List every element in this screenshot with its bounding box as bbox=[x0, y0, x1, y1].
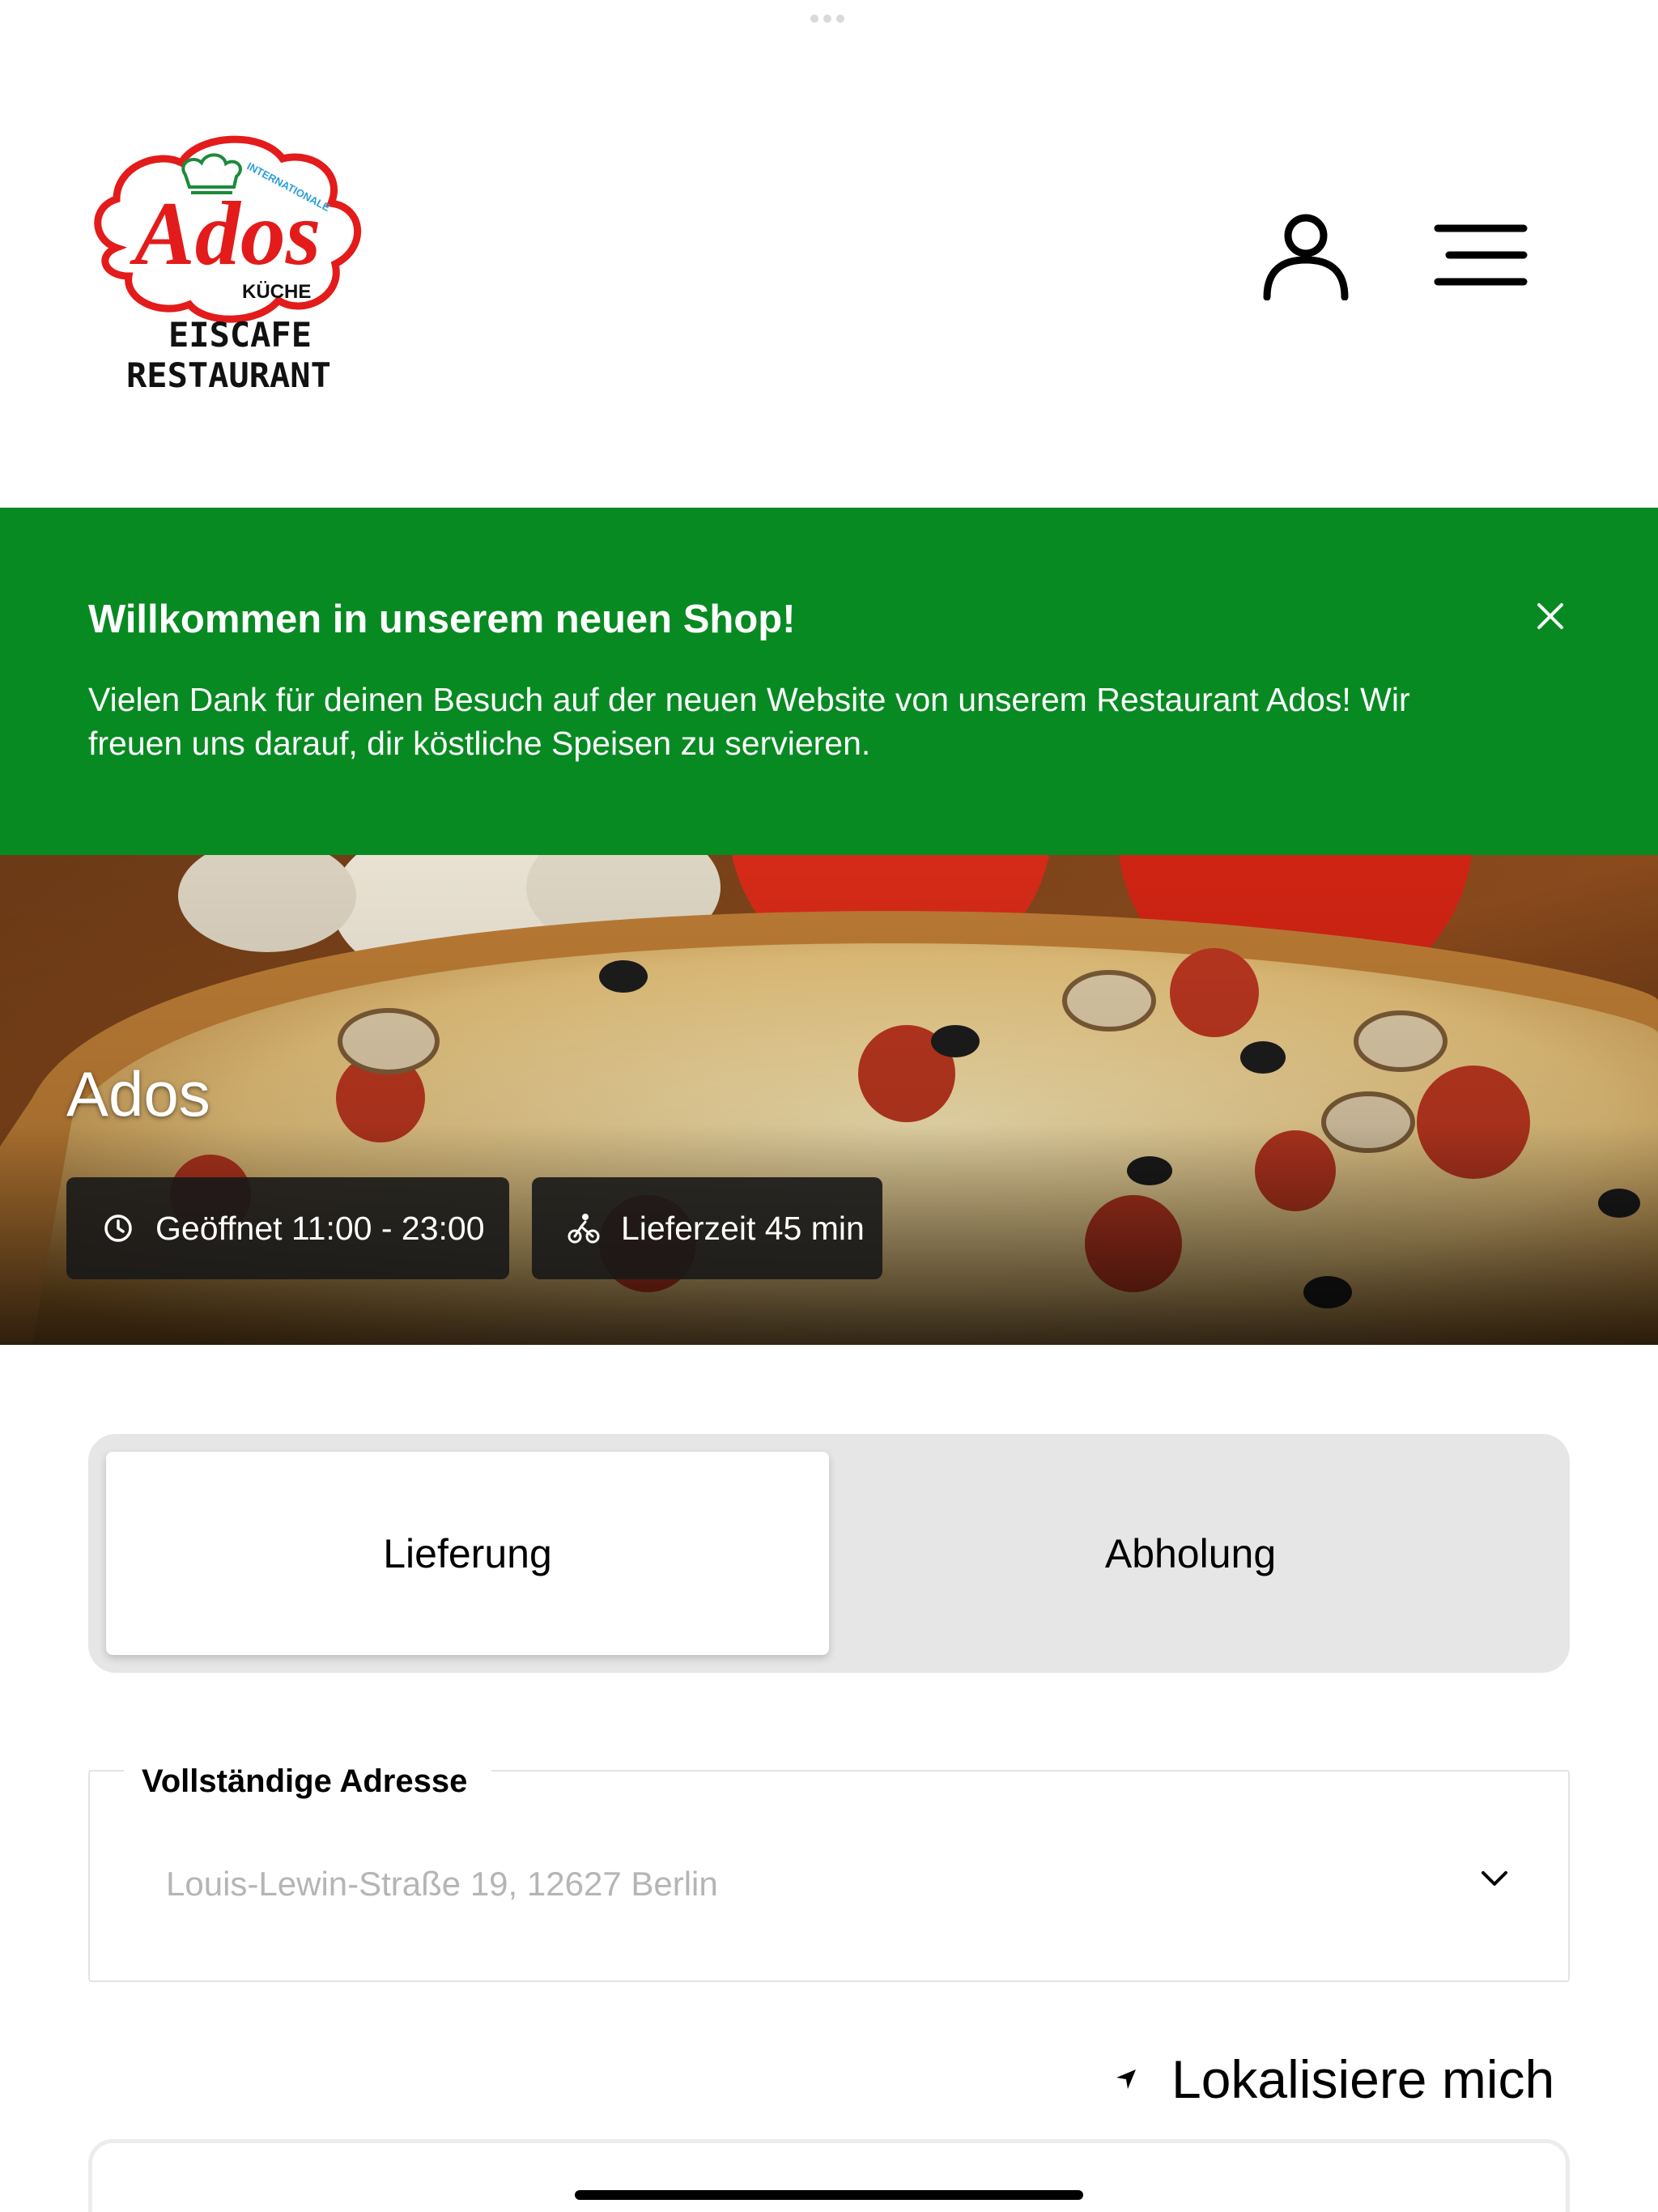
locate-me-label: Lokalisiere mich bbox=[1171, 2049, 1555, 2109]
opening-hours-text: Geöffnet 11:00 - 23:00 bbox=[155, 1209, 485, 1247]
clock-icon bbox=[104, 1214, 132, 1242]
svg-text:RESTAURANT: RESTAURANT bbox=[126, 355, 331, 393]
location-arrow-icon bbox=[1116, 2069, 1136, 2089]
address-field[interactable]: Vollständige Adresse bbox=[88, 1763, 1570, 1982]
svg-text:EISCAFE: EISCAFE bbox=[168, 315, 312, 355]
address-label: Vollständige Adresse bbox=[124, 1763, 492, 1800]
delivery-option[interactable]: Lieferung bbox=[106, 1452, 829, 1655]
close-icon[interactable] bbox=[1533, 598, 1568, 634]
next-card bbox=[88, 2139, 1570, 2212]
banner-title: Willkommen in unserem neuen Shop! bbox=[88, 598, 796, 641]
delivery-time-chip: Lieferzeit 45 min bbox=[532, 1177, 882, 1279]
chevron-down-icon[interactable] bbox=[1477, 1861, 1512, 1896]
svg-text:Ados: Ados bbox=[130, 184, 321, 284]
window-grabber[interactable] bbox=[810, 15, 848, 23]
locate-me-button[interactable]: Lokalisiere mich bbox=[1113, 2048, 1554, 2110]
restaurant-logo[interactable]: INTERNATIONALE Ados KÜCHE EISCAFE RESTAU… bbox=[84, 118, 408, 393]
home-indicator[interactable] bbox=[575, 2190, 1083, 2200]
delivery-time-text: Lieferzeit 45 min bbox=[621, 1209, 865, 1247]
header: INTERNATIONALE Ados KÜCHE EISCAFE RESTAU… bbox=[0, 0, 1658, 508]
banner-text: Vielen Dank für deinen Besuch auf der ne… bbox=[88, 681, 1410, 762]
welcome-banner: Willkommen in unserem neuen Shop! Vielen… bbox=[0, 508, 1658, 855]
svg-text:KÜCHE: KÜCHE bbox=[242, 281, 311, 303]
opening-hours-chip: Geöffnet 11:00 - 23:00 bbox=[66, 1177, 509, 1279]
bicycle-courier-icon bbox=[568, 1214, 600, 1244]
restaurant-name: Ados bbox=[66, 1058, 210, 1129]
order-mode-toggle: Lieferung Abholung bbox=[88, 1434, 1570, 1673]
hero-image: Ados Geöffnet 11:00 - 23:00 Lieferzeit 4… bbox=[0, 855, 1658, 1345]
user-icon[interactable] bbox=[1259, 206, 1353, 300]
hamburger-menu-icon[interactable] bbox=[1433, 219, 1528, 291]
page: INTERNATIONALE Ados KÜCHE EISCAFE RESTAU… bbox=[0, 0, 1658, 2212]
pickup-option[interactable]: Abholung bbox=[829, 1452, 1552, 1655]
address-input[interactable] bbox=[166, 1865, 1461, 1904]
